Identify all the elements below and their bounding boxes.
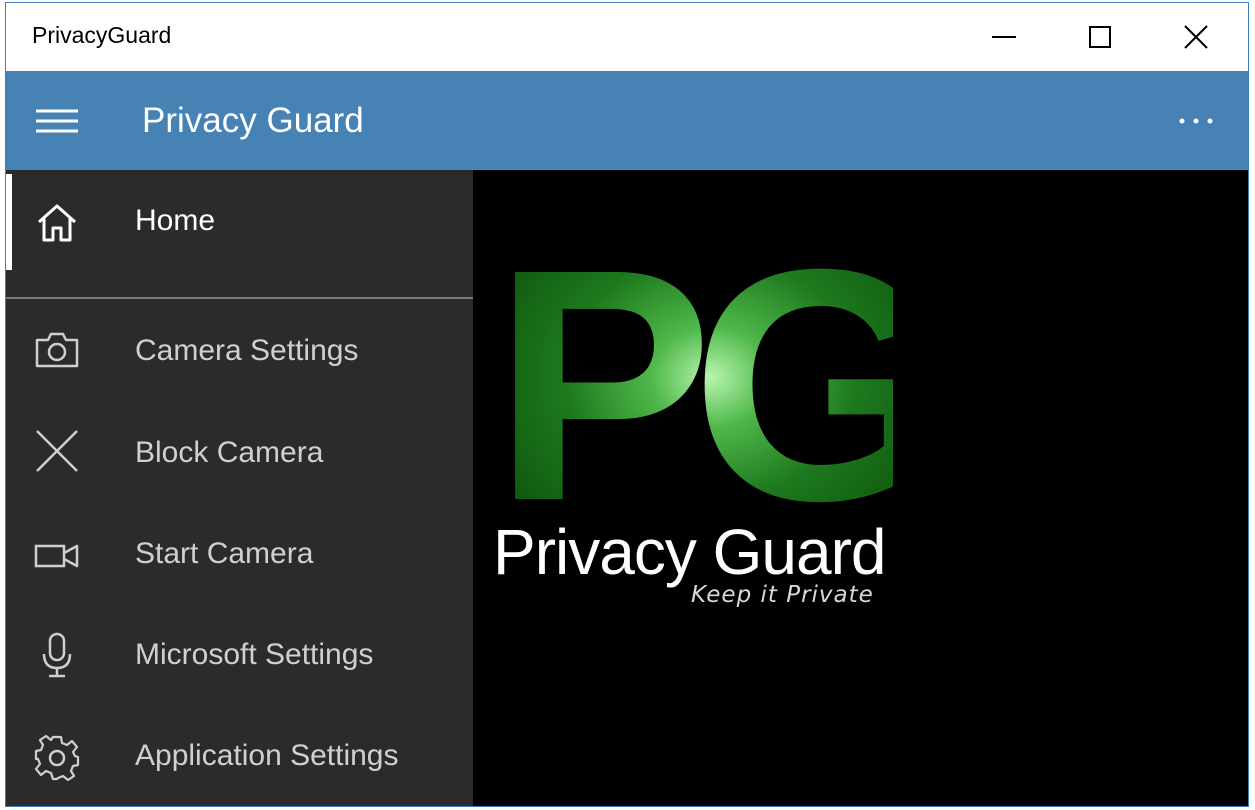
nav-item-block-camera[interactable]: Block Camera [6, 402, 473, 502]
nav-item-start-camera[interactable]: Start Camera [6, 503, 473, 603]
selection-indicator [6, 174, 12, 270]
title-bar[interactable]: PrivacyGuard [6, 3, 1248, 71]
nav-item-label: Block Camera [135, 436, 324, 469]
nav-item-home[interactable]: Home [6, 170, 473, 270]
navigation-pane: Home Camera Settings Block Camera Start … [6, 170, 473, 806]
main-content: PG Privacy Guard Keep it Private [473, 170, 1248, 806]
more-ellipsis-icon [1179, 118, 1213, 124]
nav-divider [6, 297, 473, 299]
window-title: PrivacyGuard [32, 22, 172, 48]
microphone-icon [42, 632, 72, 678]
maximize-icon [1089, 26, 1111, 48]
nav-item-label: Start Camera [135, 537, 314, 570]
video-camera-icon [34, 544, 79, 568]
logo-letters: PG [493, 254, 893, 524]
page-title: Privacy Guard [142, 101, 364, 140]
nav-item-label: Camera Settings [135, 334, 359, 367]
nav-item-label: Microsoft Settings [135, 638, 374, 671]
app-header: Privacy Guard [6, 71, 1248, 170]
more-options-button[interactable] [1172, 107, 1220, 135]
nav-item-application-settings[interactable]: Application Settings [6, 705, 473, 805]
pg-logo: PG [493, 254, 893, 524]
hamburger-icon [36, 109, 78, 133]
nav-item-camera-settings[interactable]: Camera Settings [6, 300, 473, 400]
logo-name: Privacy Guard [493, 516, 886, 588]
maximize-button[interactable] [1052, 3, 1148, 71]
nav-item-label: Application Settings [135, 739, 399, 772]
logo-tagline: Keep it Private [691, 582, 874, 608]
gear-icon [34, 735, 80, 781]
minimize-button[interactable] [956, 3, 1052, 71]
nav-item-label: Home [135, 204, 216, 237]
app-window: PrivacyGuard Privacy Guard Home Camera S… [5, 2, 1249, 807]
camera-icon [35, 332, 79, 368]
minimize-icon [992, 36, 1016, 38]
hamburger-menu-button[interactable] [34, 103, 80, 139]
nav-item-microsoft-settings[interactable]: Microsoft Settings [6, 604, 473, 704]
close-x-icon [36, 430, 78, 472]
close-button[interactable] [1148, 3, 1244, 71]
home-icon [38, 204, 76, 242]
close-icon [1184, 25, 1208, 49]
